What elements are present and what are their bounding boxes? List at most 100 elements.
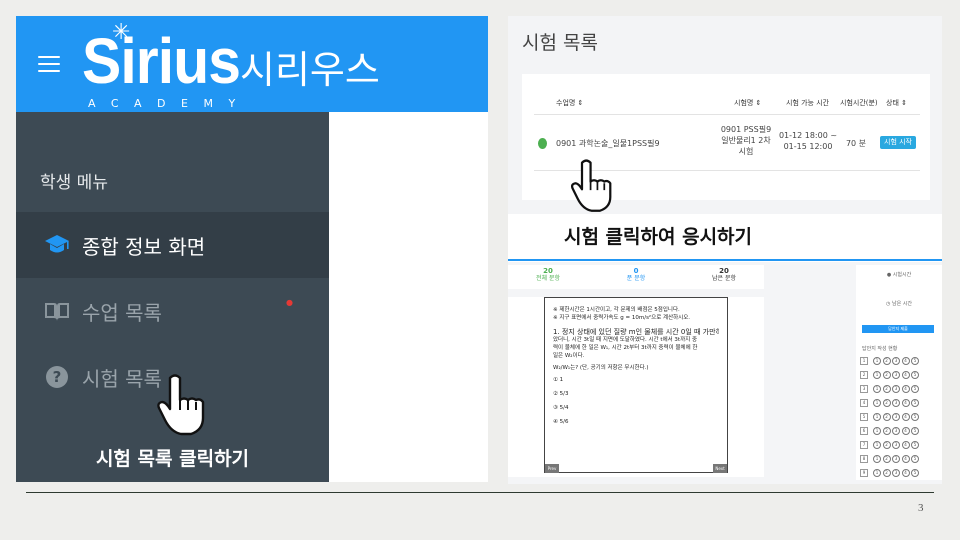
stat-value: 20 xyxy=(543,267,553,275)
omr-choice-bubble[interactable]: 1 xyxy=(873,469,881,477)
omr-question-number: 1 xyxy=(860,357,868,365)
omr-choice-bubble[interactable]: 4 xyxy=(901,357,910,365)
omr-choice-bubble[interactable]: 3 xyxy=(892,357,900,365)
omr-choice-bubble[interactable]: 2 xyxy=(882,455,891,463)
notification-badge: ● xyxy=(286,298,293,307)
omr-choice-bubble[interactable]: 2 xyxy=(882,385,891,393)
answer-choice[interactable]: ① 1 xyxy=(553,376,719,384)
omr-choice-bubble[interactable]: 2 xyxy=(882,371,891,379)
omr-choice-bubble[interactable]: 4 xyxy=(901,469,910,477)
omr-row: 812345 xyxy=(860,455,921,463)
omr-choice-bubble[interactable]: 4 xyxy=(901,441,910,449)
omr-choice-bubble[interactable]: 5 xyxy=(911,371,919,379)
status-dot-icon xyxy=(538,138,547,149)
omr-choice-bubble[interactable]: 2 xyxy=(882,427,891,435)
column-header-duration: 시험시간(분) xyxy=(840,99,878,107)
divider xyxy=(508,259,942,261)
omr-choice-bubble[interactable]: 3 xyxy=(892,385,900,393)
omr-choice-bubble[interactable]: 3 xyxy=(892,413,900,421)
omr-choice-bubble[interactable]: 1 xyxy=(873,455,881,463)
omr-choice-bubble[interactable]: 5 xyxy=(911,357,919,365)
omr-choice-bubble[interactable]: 2 xyxy=(882,399,891,407)
omr-choice-bubble[interactable]: 2 xyxy=(882,441,891,449)
brand-name-ko: 시리우스 xyxy=(240,48,380,92)
omr-choice-bubble[interactable]: 3 xyxy=(892,455,900,463)
omr-choice-bubble[interactable]: 2 xyxy=(882,357,891,365)
omr-choice-bubble[interactable]: 3 xyxy=(892,427,900,435)
remaining-time-label: ◷ 남은 시간 xyxy=(886,301,912,307)
omr-choice-bubble[interactable]: 5 xyxy=(911,469,919,477)
question-circle-icon: ? xyxy=(42,362,72,392)
omr-choice-bubble[interactable]: 4 xyxy=(901,427,910,435)
question-text: ※ 지구 표면에서 중력가속도 g = 10m/s²으로 계산하시오. xyxy=(553,315,691,321)
brand-name-en: Sirius xyxy=(82,25,241,97)
omr-question-number: 5 xyxy=(860,413,868,421)
column-header-exam[interactable]: 시험명 ⇕ xyxy=(734,98,761,108)
omr-choice-bubble[interactable]: 5 xyxy=(911,441,919,449)
exam-stats-bar: 20 전체 문항 0푼 문항 20 남은 문항 xyxy=(508,265,764,289)
omr-choice-bubble[interactable]: 3 xyxy=(892,469,900,477)
submit-answers-button[interactable]: 답안지 제출 xyxy=(862,325,934,333)
sidebar-item-dashboard[interactable]: 종합 정보 화면 xyxy=(16,212,329,278)
status-badge[interactable]: 시험 시작 전 xyxy=(880,136,916,159)
brand-logo[interactable]: ✳ Sirius 시리우스 ACADEMY xyxy=(82,22,482,110)
omr-choice-bubble[interactable]: 5 xyxy=(911,399,919,407)
cell-course[interactable]: 0901 과학논술_일물1PSS필9 xyxy=(556,138,660,149)
divider xyxy=(534,114,920,115)
omr-question-number: 3 xyxy=(860,385,868,393)
question-area: ※ 제한시간은 1시간이고, 각 문제의 배점은 5점입니다. ※ 지구 표면에… xyxy=(508,297,764,477)
cell-exam-name-line: 시험 xyxy=(738,147,754,156)
slide: ✳ Sirius 시리우스 ACADEMY 학생 메뉴 종합 정보 화면 수업 … xyxy=(0,0,960,540)
cell-exam-name[interactable]: 0901 PSS필9 일반물리1 2차 시험 xyxy=(718,124,774,157)
svg-text:?: ? xyxy=(53,368,62,386)
stat-remaining: 20 남은 문항 xyxy=(704,268,744,283)
prev-page-button[interactable]: Prev xyxy=(545,464,559,473)
cell-window-start: 01-12 18:00 ~ xyxy=(778,131,838,140)
stat-label: 전체 문항 xyxy=(536,275,560,282)
answer-choice[interactable]: ③ 5/4 xyxy=(553,404,719,412)
omr-choice-bubble[interactable]: 5 xyxy=(911,385,919,393)
sidebar-item-label: 수업 목록 xyxy=(82,300,162,325)
column-header-status[interactable]: 상태 ⇕ xyxy=(886,98,907,108)
hamburger-menu-icon[interactable] xyxy=(38,56,60,72)
question-text: 았더니, 시간 3t일 때 지면에 도달하였다. 시간 t에서 3t까지 중 xyxy=(553,337,698,343)
omr-choice-bubble[interactable]: 2 xyxy=(882,469,891,477)
omr-choice-bubble[interactable]: 4 xyxy=(901,385,910,393)
omr-choice-bubble[interactable]: 1 xyxy=(873,371,881,379)
omr-choice-bubble[interactable]: 1 xyxy=(873,413,881,421)
answer-sheet-panel: ● 시험시간 ◷ 남은 시간 답안지 제출 답안지 작성 현황 11234521… xyxy=(856,265,942,480)
stat-label: 남은 문항 xyxy=(712,275,736,282)
brand-subtitle: ACADEMY xyxy=(88,97,251,110)
omr-choice-bubble[interactable]: 1 xyxy=(873,399,881,407)
omr-choice-bubble[interactable]: 3 xyxy=(892,371,900,379)
omr-choice-bubble[interactable]: 5 xyxy=(911,413,919,421)
omr-row: 212345 xyxy=(860,371,921,379)
sidebar-item-courses[interactable]: 수업 목록 xyxy=(16,278,329,344)
answer-choice[interactable]: ② 5/3 xyxy=(553,390,719,398)
omr-row: 112345 xyxy=(860,357,921,365)
next-page-button[interactable]: Next xyxy=(713,464,727,473)
omr-choice-bubble[interactable]: 4 xyxy=(901,413,910,421)
omr-choice-bubble[interactable]: 5 xyxy=(911,455,919,463)
omr-choice-bubble[interactable]: 5 xyxy=(911,427,919,435)
book-icon xyxy=(42,296,72,326)
app-header: ✳ Sirius 시리우스 ACADEMY xyxy=(16,16,488,112)
cell-exam-name-line: 0901 PSS필9 xyxy=(720,125,772,134)
omr-choice-bubble[interactable]: 1 xyxy=(873,441,881,449)
omr-choice-bubble[interactable]: 4 xyxy=(901,371,910,379)
omr-choice-bubble[interactable]: 4 xyxy=(901,455,910,463)
omr-choice-bubble[interactable]: 2 xyxy=(882,413,891,421)
omr-choice-bubble[interactable]: 3 xyxy=(892,441,900,449)
pointing-hand-icon xyxy=(156,372,212,440)
omr-question-number: 2 xyxy=(860,371,868,379)
omr-choice-bubble[interactable]: 4 xyxy=(901,399,910,407)
answer-choice[interactable]: ④ 5/6 xyxy=(553,418,719,426)
exam-list-screenshot: 시험 목록 수업명 ⇕ 시험명 ⇕ 시험 가능 시간 시험시간(분) 상태 ⇕ … xyxy=(508,16,942,484)
omr-question-number: 4 xyxy=(860,399,868,407)
stat-value: 0 xyxy=(633,267,639,275)
omr-choice-bubble[interactable]: 3 xyxy=(892,399,900,407)
column-header-course[interactable]: 수업명 ⇕ xyxy=(556,98,583,108)
omr-choice-bubble[interactable]: 1 xyxy=(873,357,881,365)
omr-choice-bubble[interactable]: 1 xyxy=(873,385,881,393)
omr-choice-bubble[interactable]: 1 xyxy=(873,427,881,435)
